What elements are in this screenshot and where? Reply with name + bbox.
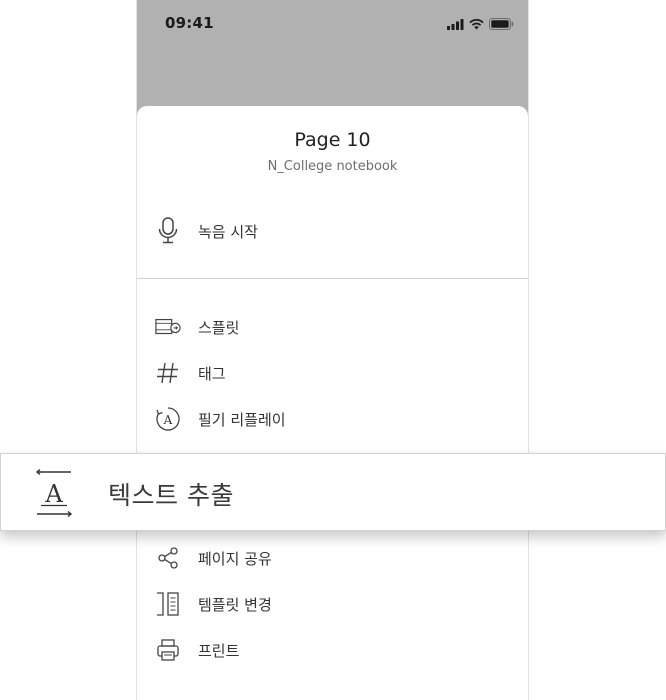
svg-text:A: A bbox=[163, 413, 173, 427]
status-time: 09:41 bbox=[165, 14, 214, 32]
menu-item-label: 템플릿 변경 bbox=[198, 595, 272, 614]
share-icon bbox=[155, 543, 181, 573]
menu-item-print[interactable]: 프린트 bbox=[155, 635, 239, 665]
text-extract-icon: A bbox=[33, 468, 75, 518]
record-start-label: 녹음 시작 bbox=[198, 222, 258, 241]
svg-text:A: A bbox=[44, 480, 63, 508]
status-icons bbox=[447, 15, 514, 34]
page-title: Page 10 bbox=[294, 129, 371, 151]
menu-item-label: 스플릿 bbox=[198, 318, 240, 337]
menu-item-label: 필기 리플레이 bbox=[198, 410, 286, 429]
battery-icon bbox=[489, 15, 514, 34]
wifi-icon bbox=[469, 15, 484, 34]
menu-item-tag[interactable]: 태그 bbox=[155, 358, 226, 388]
menu-item-label: 페이지 공유 bbox=[198, 549, 272, 568]
menu-item-label: 프린트 bbox=[198, 641, 240, 660]
signal-icon bbox=[447, 15, 464, 34]
screen: 09:41 Page 10 N_College notebook 녹음 시작 스… bbox=[0, 0, 666, 700]
template-icon bbox=[155, 589, 181, 619]
record-start-button[interactable]: 녹음 시작 bbox=[155, 216, 258, 246]
microphone-icon bbox=[155, 216, 181, 246]
bottom-sheet: Page 10 N_College notebook 녹음 시작 스플릿 태그 … bbox=[137, 106, 528, 700]
phone-frame: 09:41 Page 10 N_College notebook 녹음 시작 스… bbox=[136, 0, 529, 700]
menu-item-template[interactable]: 템플릿 변경 bbox=[155, 589, 272, 619]
divider bbox=[137, 278, 528, 279]
replay-icon: A bbox=[155, 404, 181, 434]
printer-icon bbox=[155, 635, 181, 665]
menu-item-text-extract[interactable]: A 텍스트 추출 bbox=[0, 453, 666, 531]
menu-item-split[interactable]: 스플릿 bbox=[155, 312, 239, 342]
menu-item-label: 태그 bbox=[198, 364, 226, 383]
menu-item-replay[interactable]: A 필기 리플레이 bbox=[155, 404, 286, 434]
menu-item-share[interactable]: 페이지 공유 bbox=[155, 543, 272, 573]
split-icon bbox=[155, 312, 181, 342]
notebook-name: N_College notebook bbox=[267, 159, 398, 174]
hashtag-icon bbox=[155, 358, 181, 388]
text-extract-label: 텍스트 추출 bbox=[108, 481, 234, 510]
status-bar: 09:41 bbox=[137, 0, 528, 120]
